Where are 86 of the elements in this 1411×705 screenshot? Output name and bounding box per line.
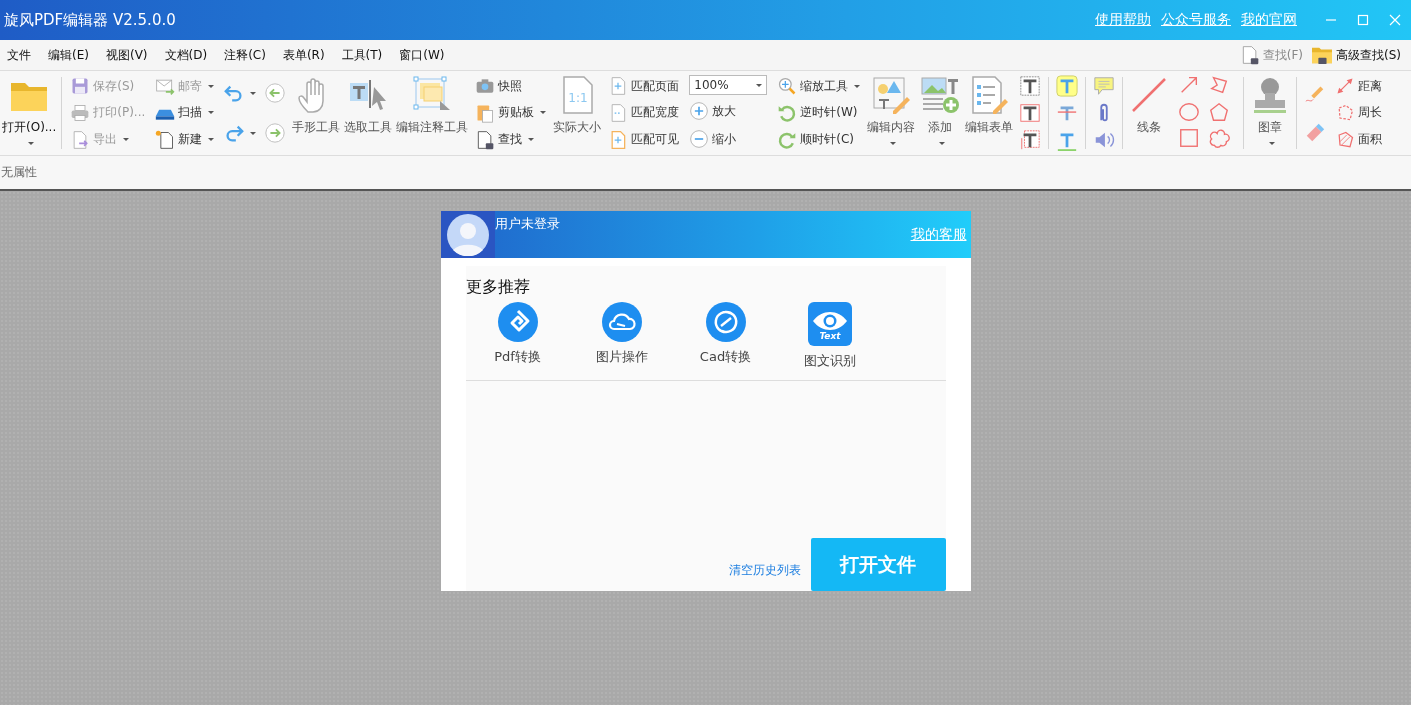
pentagon-icon — [1208, 100, 1231, 123]
toolbar-button[interactable]: 打开(O)... — [0, 73, 59, 153]
toolbar-button[interactable]: 放大 — [686, 99, 771, 123]
caret-icon — [123, 138, 130, 142]
menu-item[interactable]: 视图(V) — [102, 46, 156, 64]
toolbar-button[interactable]: 匹配可见 — [605, 127, 683, 152]
toolbar-button[interactable]: 顺时针(C) — [774, 127, 864, 152]
caret-icon — [854, 84, 861, 88]
highlight-text-icon — [1056, 75, 1079, 98]
caret-icon — [27, 142, 34, 145]
eye-icon: Text — [807, 302, 852, 346]
find-button[interactable]: 高级查找(S) — [1309, 45, 1407, 65]
menu-item[interactable]: 文档(D) — [161, 46, 216, 64]
edit-content-icon — [871, 75, 912, 115]
caret-icon — [208, 84, 215, 88]
toolbar-button[interactable]: 距离 — [1332, 74, 1386, 99]
add-image-icon — [920, 75, 961, 115]
toolbar-button[interactable]: 图章 — [1247, 73, 1294, 153]
toolbar-button[interactable]: 手形工具 — [290, 73, 343, 153]
magnifier-icon — [777, 76, 798, 97]
rotate-left-icon — [777, 103, 798, 123]
app-shortcut[interactable]: Pdf转换 — [465, 302, 570, 370]
user-status: 用户未登录 — [494, 215, 561, 233]
caret-icon — [540, 111, 547, 115]
toolbar-button[interactable]: 剪贴板 — [472, 101, 550, 125]
window-title: 旋风PDF编辑器 V2.5.0.0 — [4, 10, 177, 30]
toolbar-button[interactable]: 查找 — [472, 127, 550, 152]
toolbar-button[interactable]: 线条 — [1126, 73, 1173, 153]
eraser-icon — [1304, 122, 1327, 144]
toolbar-button[interactable]: 扫描 — [152, 101, 218, 125]
app-shortcut[interactable]: Text 图文识别 — [777, 302, 882, 370]
toolbar-button[interactable]: 1:1 实际大小 — [551, 73, 604, 153]
caret-icon — [250, 91, 257, 95]
close-icon — [1389, 14, 1401, 26]
toolbar-button[interactable]: 编辑内容 — [865, 73, 918, 153]
menu-item[interactable]: 注释(C) — [221, 46, 274, 64]
caret-icon — [889, 142, 896, 145]
find-document-icon — [475, 129, 496, 150]
toolbar-button[interactable]: 快照 — [472, 74, 550, 99]
app-shortcut[interactable]: Cad转换 — [673, 302, 778, 370]
text-callout-icon — [1019, 128, 1042, 151]
menu-item[interactable]: 表单(R) — [279, 46, 333, 64]
text-field-icon — [1019, 102, 1042, 124]
toolbar-button[interactable]: 添加 — [917, 73, 964, 153]
printer-icon — [70, 103, 91, 123]
property-status: 无属性 — [0, 164, 37, 181]
toolbar-button[interactable]: 匹配页面 — [605, 74, 683, 99]
zoom-in-icon — [689, 101, 710, 121]
toolbar-button[interactable]: 缩小 — [686, 127, 771, 151]
avatar-icon — [446, 213, 489, 256]
folder-search-icon — [1311, 45, 1333, 65]
app-shortcut[interactable]: 图片操作 — [569, 302, 674, 370]
caret-icon — [250, 131, 257, 135]
ellipse-icon — [1178, 100, 1201, 123]
caret-icon — [938, 142, 945, 145]
toolbar-button[interactable]: 编辑表单 — [963, 73, 1016, 153]
toolbar-button[interactable]: 面积 — [1332, 127, 1386, 152]
toolbar-button[interactable]: 新建 — [152, 127, 218, 152]
caret-icon — [208, 138, 215, 142]
caret-icon — [208, 111, 215, 115]
toolbar-button[interactable]: 编辑注释工具 — [394, 73, 471, 153]
form-icon — [969, 75, 1010, 115]
clipboard-icon — [475, 103, 496, 123]
new-document-icon — [155, 129, 176, 150]
cloud-icon — [601, 302, 642, 342]
comment-icon — [1093, 75, 1116, 98]
caret-icon — [1268, 142, 1275, 145]
menu-item[interactable]: 窗口(W) — [396, 46, 453, 64]
maximize-icon — [1357, 14, 1369, 26]
clear-history-link[interactable]: 清空历史列表 — [728, 562, 801, 579]
toolbar-button[interactable]: 逆时针(W) — [774, 101, 864, 125]
caret-icon — [528, 138, 535, 142]
rectangle-icon — [1178, 127, 1201, 150]
menu-item[interactable]: 工具(T) — [338, 46, 391, 64]
zoom-dropdown[interactable]: 100% — [689, 75, 768, 95]
toolbar-button[interactable]: 匹配宽度 — [605, 101, 683, 125]
menu-item[interactable]: 文件 — [4, 46, 39, 64]
section-title: 更多推荐 — [465, 277, 531, 298]
toolbar-button[interactable]: 周长 — [1332, 101, 1386, 125]
cloud-icon — [1208, 127, 1231, 150]
menu-item[interactable]: 编辑(E) — [45, 46, 97, 64]
caret-icon — [756, 83, 763, 87]
text-box-icon — [1019, 75, 1042, 98]
toolbar-button[interactable]: 缩放工具 — [774, 74, 864, 99]
toolbar-button[interactable]: 选取工具 — [342, 73, 395, 153]
zoom-out-icon — [689, 129, 710, 149]
